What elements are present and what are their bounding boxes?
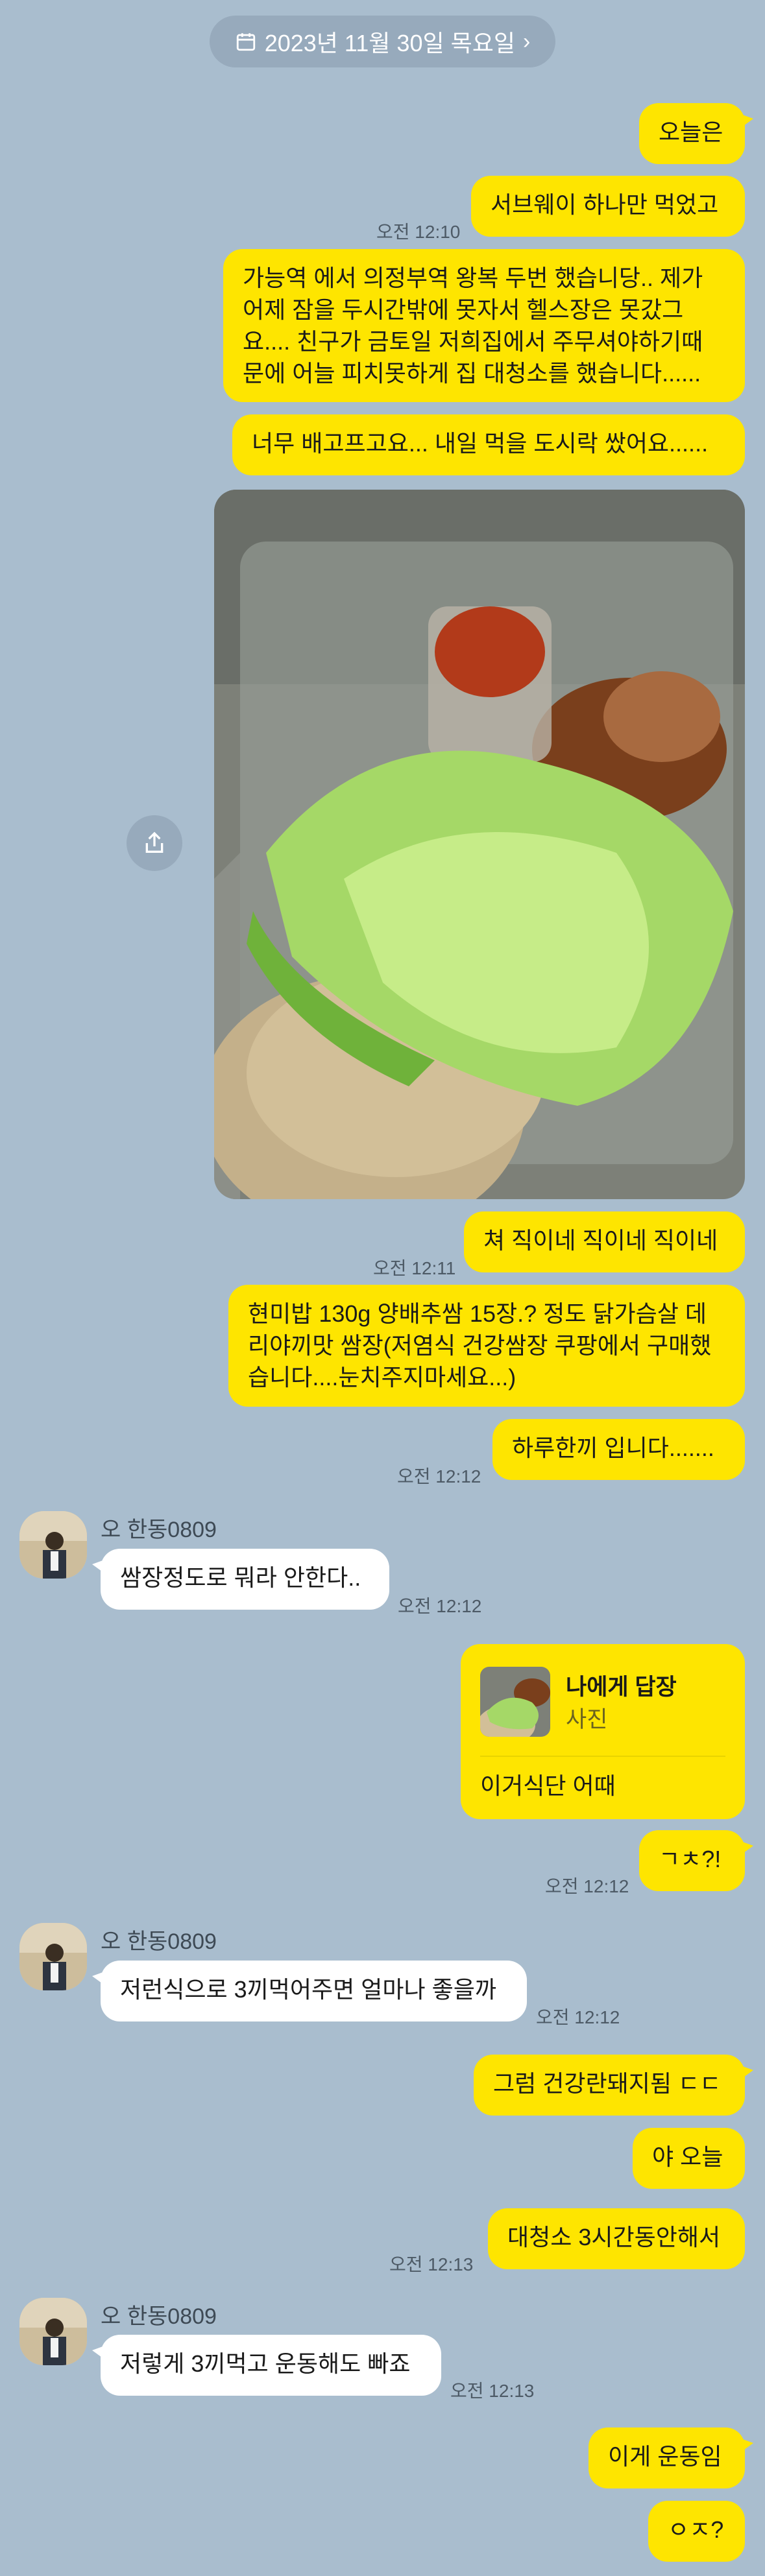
message-time: 오전 12:12 <box>545 1876 629 1896</box>
message-time: 오전 12:12 <box>397 1466 481 1486</box>
message-bubble-mine[interactable]: ㄱㅊ?! <box>639 1830 753 1891</box>
sender-name: 오 한동0809 <box>101 2304 217 2329</box>
message-bubble-mine[interactable]: 하루한끼 입니다....... <box>492 1419 745 1480</box>
message-time: 오전 12:13 <box>389 2254 474 2274</box>
message-bubble-mine[interactable]: 그럼 건강란돼지됨 ㄷㄷ <box>474 2055 753 2116</box>
reply-text: 이거식단 어때 <box>480 1772 616 1799</box>
message-bubble-mine[interactable]: 오늘은 <box>639 103 753 164</box>
message-time: 오전 12:12 <box>536 2007 620 2027</box>
share-icon <box>145 831 164 853</box>
calendar-icon <box>236 33 255 51</box>
message-bubble-theirs[interactable]: 저런식으로 3끼먹어주면 얼마나 좋을까 <box>92 1961 527 2021</box>
avatar[interactable] <box>19 1923 87 1990</box>
message-bubble-mine[interactable]: 가능역 에서 의정부역 왕복 두번 했습니당.. 제가 어제 잠을 두시간밖에 … <box>223 249 745 402</box>
message-bubble-mine[interactable]: 현미밥 130g 양배추쌈 15장.? 정도 닭가슴살 데 리야끼맛 쌈장(저염… <box>228 1285 745 1407</box>
date-text: 2023년 11월 30일 목요일 <box>264 30 515 56</box>
message-time: 오전 12:13 <box>450 2381 535 2401</box>
reply-divider <box>480 1756 725 1757</box>
reply-subtitle: 사진 <box>566 1707 608 1732</box>
avatar[interactable] <box>19 1511 87 1579</box>
reply-message[interactable]: 나에게 답장 사진 이거식단 어때 <box>461 1644 745 1819</box>
sender-name: 오 한동0809 <box>101 1929 217 1954</box>
message-bubble-mine[interactable]: 대청소 3시간동안해서 <box>488 2208 745 2269</box>
reply-title: 나에게 답장 <box>566 1675 677 1700</box>
message-bubble-mine[interactable]: 너무 배고프고요... 내일 먹을 도시락 쌌어요...... <box>232 414 745 475</box>
lunchbox-photo[interactable] <box>214 490 745 1199</box>
chevron-right-icon: › <box>522 29 531 54</box>
reply-thumbnail <box>480 1667 550 1737</box>
sender-name: 오 한동0809 <box>101 1518 217 1542</box>
message-bubble-theirs[interactable]: 쌈장정도로 뭐라 안한다.. <box>92 1549 389 1610</box>
message-bubble-mine[interactable]: 서브웨이 하나만 먹었고 <box>471 176 745 237</box>
message-bubble-mine[interactable]: 야 오늘 <box>633 2128 745 2189</box>
message-bubble-theirs[interactable]: 저렇게 3끼먹고 운동해도 빠죠 <box>92 2335 441 2396</box>
message-time: 오전 12:11 <box>373 1258 456 1278</box>
share-button[interactable] <box>127 815 182 871</box>
message-bubble-mine[interactable]: ㅇㅈ? <box>648 2501 745 2562</box>
message-bubble-mine[interactable]: 이게 운동임 <box>589 2427 753 2488</box>
date-divider[interactable]: 2023년 11월 30일 목요일 › <box>210 16 555 67</box>
avatar[interactable] <box>19 2298 87 2365</box>
message-time: 오전 12:12 <box>398 1596 482 1616</box>
message-time: 오전 12:10 <box>376 222 461 242</box>
message-bubble-mine[interactable]: 쳐 직이네 직이네 직이네 <box>464 1211 745 1272</box>
